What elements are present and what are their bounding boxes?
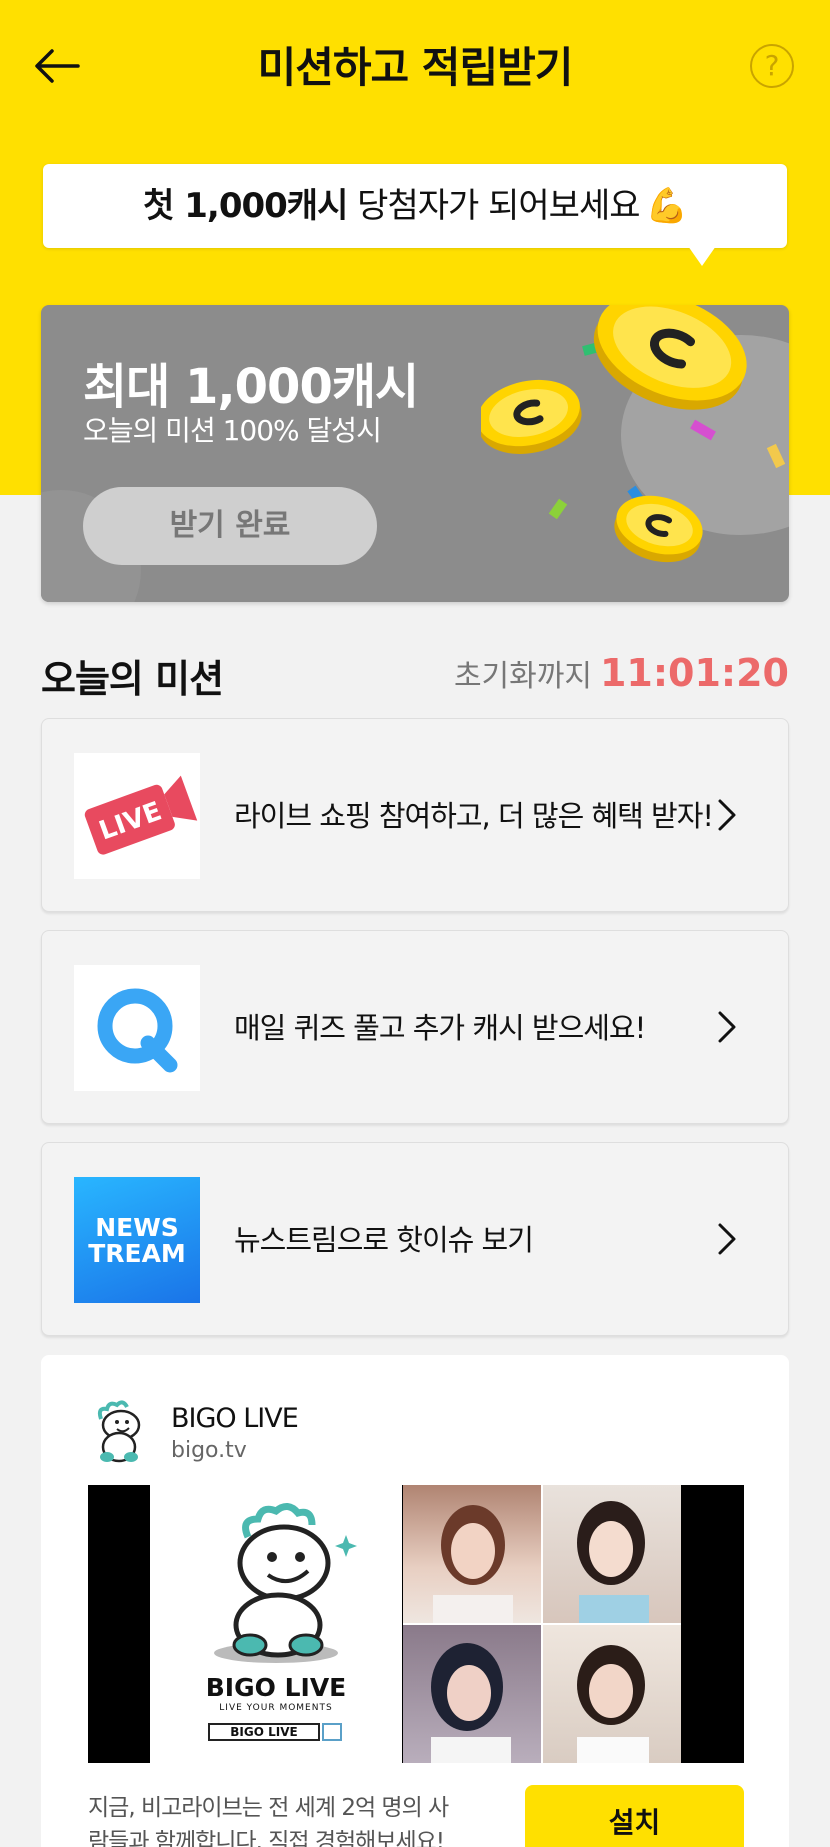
live-icon: LIVE (74, 753, 200, 879)
newstream-icon: NEWS TREAM (74, 1177, 200, 1303)
reward-subtitle: 오늘의 미션 100% 달성시 (83, 414, 382, 447)
bigo-wordmark: BIGO LIVE (205, 1673, 347, 1702)
app-header: 미션하고 적립받기 ? (0, 0, 830, 130)
advertiser-url: bigo.tv (171, 1438, 247, 1463)
mission-text: 뉴스트림으로 핫이슈 보기 (234, 1223, 534, 1257)
timer-value: 11:01:20 (599, 651, 789, 695)
dinosaur-mascot-icon (214, 1503, 357, 1663)
promo-bubble: 첫 1,000캐시 당첨자가 되어보세요 💪 (43, 164, 787, 248)
svg-text:NEWS: NEWS (95, 1213, 179, 1242)
install-button[interactable]: 설치 (525, 1785, 744, 1847)
quiz-icon (74, 965, 200, 1091)
reset-timer: 초기화까지 11:01:20 (454, 648, 789, 702)
ad-media[interactable]: BIGO LIVE LIVE YOUR MOMENTS BIGO LIVE (88, 1485, 744, 1763)
reward-card: 최대 1,000캐시 오늘의 미션 100% 달성시 받기 완료 (41, 305, 789, 602)
svg-text:TREAM: TREAM (88, 1239, 186, 1268)
promo-text: 당첨자가 되어보세요 (347, 186, 640, 226)
mission-text: 매일 퀴즈 풀고 추가 캐시 받으세요! (234, 1011, 646, 1045)
mission-text: 라이브 쇼핑 참여하고, 더 많은 혜택 받자! (234, 799, 714, 833)
timer-label: 초기화까지 (453, 659, 592, 694)
bigo-search-box: BIGO LIVE (208, 1723, 320, 1741)
bigo-logo-icon (97, 1400, 141, 1463)
mission-item-newstream[interactable]: NEWS TREAM 뉴스트림으로 핫이슈 보기 (41, 1142, 789, 1336)
muscle-icon: 💪 (645, 186, 688, 226)
search-icon (322, 1723, 342, 1741)
missions-section-title: 오늘의 미션 (41, 657, 224, 701)
chevron-right-icon (718, 1011, 736, 1043)
ad-description: 지금, 비고라이브는 전 세계 2억 명의 사람들과 함께합니다. 직접 경험해… (88, 1795, 449, 1847)
page-title: 미션하고 적립받기 (257, 43, 574, 92)
bubble-tail (688, 246, 716, 266)
ad-card[interactable]: BIGO LIVE bigo.tv BIGO LIVE LIVE YOUR MO… (41, 1355, 789, 1847)
reward-title: 최대 1,000캐시 (83, 359, 419, 415)
chevron-right-icon (718, 1223, 736, 1255)
ad-photo-grid (403, 1485, 681, 1763)
coins-illustration (481, 305, 786, 563)
bigo-tagline: LIVE YOUR MOMENTS (219, 1703, 333, 1713)
mission-item-daily-quiz[interactable]: 매일 퀴즈 풀고 추가 캐시 받으세요! (41, 930, 789, 1124)
chevron-right-icon (718, 799, 736, 831)
ad-photo (543, 1625, 681, 1763)
ad-photo (403, 1485, 541, 1623)
advertiser-name: BIGO LIVE (171, 1403, 299, 1434)
ad-photo (543, 1485, 681, 1623)
receive-complete-button[interactable]: 받기 완료 (83, 487, 377, 565)
promo-bold-text: 첫 1,000캐시 (143, 186, 348, 226)
ad-photo (403, 1625, 541, 1763)
mission-item-live-shopping[interactable]: LIVE 라이브 쇼핑 참여하고, 더 많은 혜택 받자! (41, 718, 789, 912)
help-button[interactable]: ? (750, 44, 794, 88)
bigo-brand-panel: BIGO LIVE LIVE YOUR MOMENTS BIGO LIVE (150, 1485, 402, 1763)
